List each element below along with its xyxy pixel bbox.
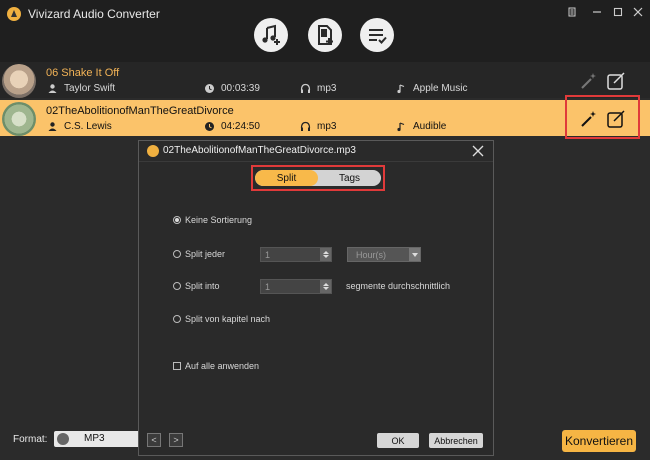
dialog-title: 02TheAbolitionofManTheGreatDivorce.mp3	[163, 145, 356, 156]
headphones-icon	[300, 121, 311, 131]
radio-split-every[interactable]	[173, 250, 181, 258]
file-name: 06 Shake It Off	[46, 67, 120, 79]
format: mp3	[317, 83, 337, 94]
apply-all-checkbox[interactable]	[173, 362, 181, 370]
add-music-button[interactable]	[254, 18, 288, 52]
option-split-into[interactable]: Split into	[173, 281, 220, 291]
source: Apple Music	[413, 83, 468, 94]
tab-tags[interactable]: Tags	[318, 170, 381, 186]
split-into-stepper[interactable]: 1	[260, 279, 332, 294]
music-note-icon	[397, 84, 405, 94]
format-select[interactable]: MP3	[54, 431, 144, 447]
duration: 00:03:39	[221, 83, 260, 94]
unit-select[interactable]: Hour(s)	[347, 247, 421, 262]
artist: Taylor Swift	[64, 83, 116, 94]
maximize-icon[interactable]	[610, 4, 626, 20]
clock-icon	[205, 122, 214, 131]
stepper-arrows[interactable]	[320, 248, 331, 261]
close-icon[interactable]	[471, 144, 485, 158]
file-name: 02TheAbolitionofManTheGreatDivorce	[46, 105, 234, 117]
ok-button[interactable]: OK	[377, 433, 419, 448]
stepper-arrows[interactable]	[320, 280, 331, 293]
source: Audible	[413, 121, 447, 132]
file-row[interactable]: 06 Shake It Off Taylor Swift 00:03:39 mp…	[0, 62, 650, 98]
apply-all-option[interactable]: Auf alle anwenden	[173, 361, 259, 371]
dialog-title-bar: 02TheAbolitionofManTheGreatDivorce.mp3	[139, 141, 493, 162]
option-split-every[interactable]: Split jeder	[173, 249, 225, 259]
option-none[interactable]: Keine Sortierung	[173, 215, 252, 225]
format: mp3	[317, 121, 337, 132]
tabs-highlight: Split Tags	[251, 165, 385, 191]
radio-none[interactable]	[173, 216, 181, 224]
title-bar: Vivizard Audio Converter	[0, 0, 650, 62]
highlight-frame	[565, 95, 640, 139]
magic-wand-icon	[581, 73, 596, 89]
music-add-icon	[262, 24, 280, 45]
person-icon	[48, 84, 57, 93]
tab-split[interactable]: Split	[255, 170, 318, 186]
radio-split-chapter[interactable]	[173, 315, 181, 323]
add-file-button[interactable]	[308, 18, 342, 52]
app-title: Vivizard Audio Converter	[28, 7, 160, 21]
radio-split-into[interactable]	[173, 282, 181, 290]
menu-icon[interactable]	[564, 4, 580, 20]
app-logo-icon	[7, 7, 21, 21]
headphones-icon	[300, 83, 311, 93]
option-split-chapter[interactable]: Split von kapitel nach	[173, 314, 270, 324]
music-note-icon	[397, 122, 405, 132]
clock-icon	[205, 84, 214, 93]
next-button[interactable]: >	[169, 433, 183, 447]
format-label: Format:	[13, 434, 48, 445]
disc-icon	[57, 433, 69, 445]
app-logo-icon	[147, 145, 159, 157]
album-thumbnail	[2, 102, 36, 136]
chevron-down-icon	[409, 248, 420, 261]
convert-list-button[interactable]	[360, 18, 394, 52]
duration: 04:24:50	[221, 121, 260, 132]
artist: C.S. Lewis	[64, 121, 112, 132]
edit-icon	[607, 72, 625, 90]
format-value: MP3	[84, 433, 105, 444]
split-dialog: 02TheAbolitionofManTheGreatDivorce.mp3 S…	[138, 140, 494, 456]
cancel-button[interactable]: Abbrechen	[429, 433, 483, 448]
prev-button[interactable]: <	[147, 433, 161, 447]
split-every-stepper[interactable]: 1	[260, 247, 332, 262]
minimize-icon[interactable]	[589, 4, 605, 20]
segments-label: segmente durchschnittlich	[346, 281, 451, 291]
edit-button[interactable]	[605, 70, 627, 92]
file-add-icon	[318, 25, 333, 45]
convert-button[interactable]: Konvertieren	[562, 430, 636, 452]
file-row-selected[interactable]: 02TheAbolitionofManTheGreatDivorce C.S. …	[0, 100, 650, 136]
tab-bar: Split Tags	[255, 170, 381, 186]
close-icon[interactable]	[630, 4, 646, 20]
list-check-icon	[369, 29, 387, 44]
effects-button[interactable]	[577, 70, 599, 92]
person-icon	[48, 122, 57, 131]
album-thumbnail	[2, 64, 36, 98]
